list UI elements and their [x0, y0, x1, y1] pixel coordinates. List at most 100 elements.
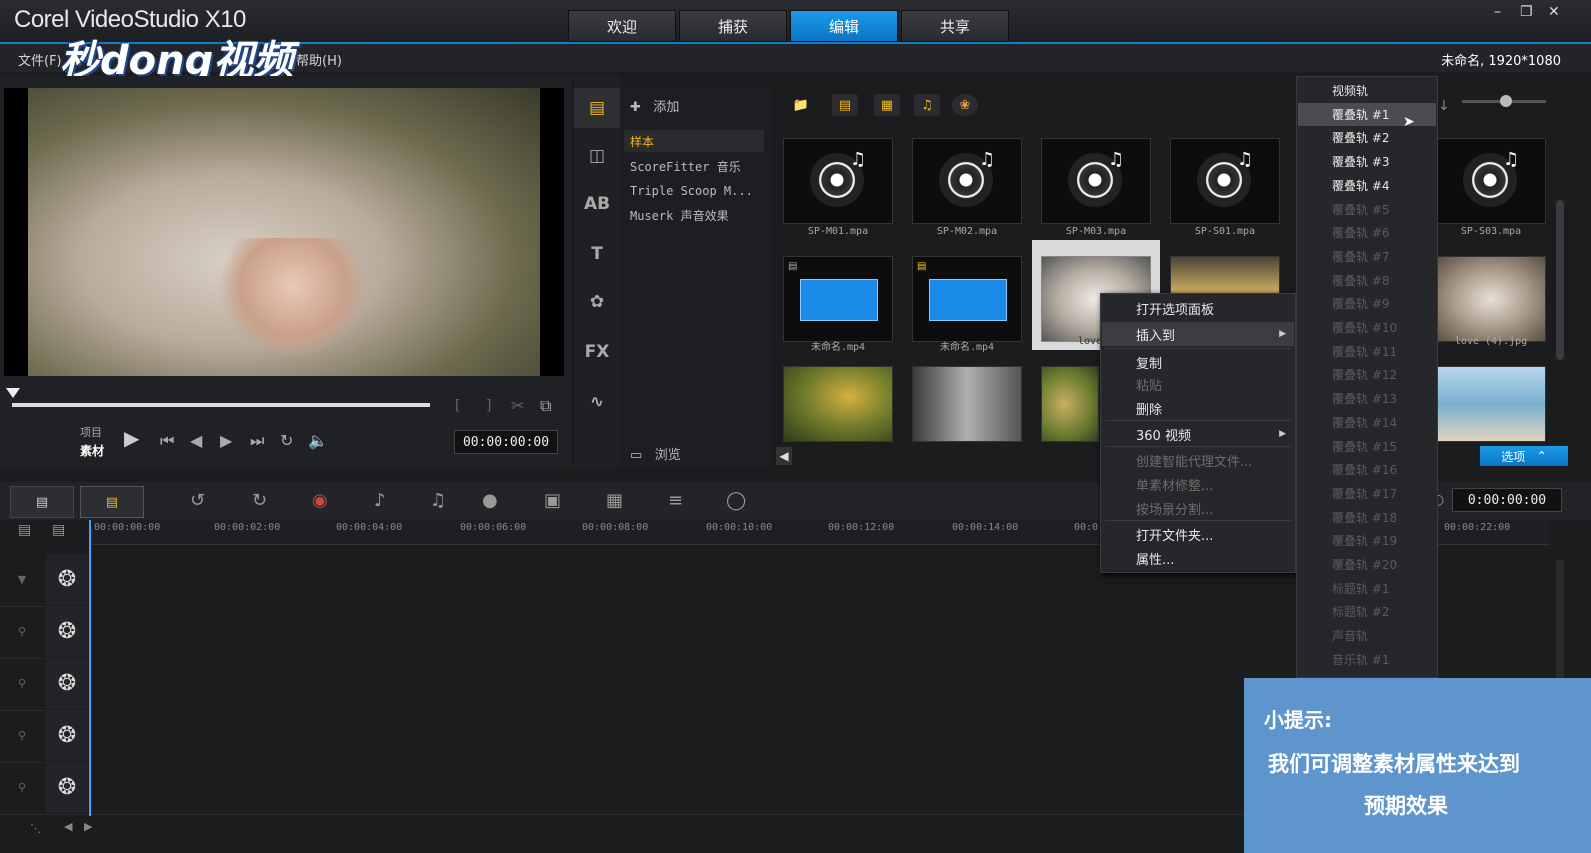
- playhead[interactable]: [89, 520, 91, 816]
- redo-icon[interactable]: ↻: [252, 490, 267, 511]
- graphics-icon[interactable]: ✿: [574, 282, 620, 322]
- subtitle-editor-icon[interactable]: ▣: [544, 490, 561, 511]
- menu-file[interactable]: 文件(F): [18, 50, 62, 69]
- menu-delete[interactable]: 删除: [1102, 396, 1294, 420]
- film-reel-icon[interactable]: ❂: [46, 710, 88, 761]
- storyboard-view-icon[interactable]: ▤: [10, 486, 74, 518]
- time-remapping-icon[interactable]: ≡: [668, 490, 683, 511]
- audio-thumbnail[interactable]: ♫: [1436, 138, 1546, 224]
- multi-camera-icon[interactable]: ▦: [606, 490, 623, 511]
- menu-insert-to[interactable]: 插入到 ▶: [1102, 322, 1294, 346]
- submenu-track-item[interactable]: 覆叠轨 #3: [1298, 150, 1436, 173]
- audio-thumbnail[interactable]: ♫: [783, 138, 893, 224]
- instant-project-icon[interactable]: ◫: [574, 136, 620, 176]
- menu-360-video[interactable]: 360 视频 ▶: [1102, 422, 1294, 446]
- film-reel-icon[interactable]: ❂: [46, 762, 88, 813]
- photo-thumbnail[interactable]: [1436, 256, 1546, 342]
- show-photo-icon[interactable]: ▦: [874, 94, 900, 116]
- folder-item[interactable]: 样本: [624, 130, 764, 152]
- scrubber-track[interactable]: [12, 403, 430, 407]
- menu-copy[interactable]: 复制: [1102, 350, 1294, 374]
- auto-music-icon[interactable]: ♫: [430, 490, 446, 511]
- photo-thumbnail[interactable]: [1436, 366, 1546, 442]
- track-manager-icon[interactable]: ▤: [52, 522, 65, 538]
- path-icon[interactable]: ∿: [574, 382, 620, 422]
- show-all-tracks-icon[interactable]: ▤: [18, 522, 31, 538]
- track-lock-icon[interactable]: ⚲: [0, 710, 44, 761]
- global-effects-icon[interactable]: ❀: [952, 94, 978, 116]
- filter-fx-icon[interactable]: FX: [574, 332, 620, 372]
- add-folder-button[interactable]: ✚ 添加: [630, 96, 679, 115]
- tab-welcome[interactable]: 欢迎: [568, 10, 676, 42]
- volume-icon[interactable]: 🔈: [308, 431, 328, 450]
- audio-thumbnail[interactable]: ♫: [1170, 138, 1280, 224]
- next-frame-icon[interactable]: ▶: [220, 431, 232, 450]
- record-capture-icon[interactable]: ◉: [312, 490, 328, 511]
- previous-frame-icon[interactable]: ◀: [190, 431, 202, 450]
- enlarge-preview-icon[interactable]: ⧉: [540, 396, 551, 416]
- menu-help[interactable]: 帮助(H): [296, 50, 342, 69]
- audio-thumbnail[interactable]: ♫: [1041, 138, 1151, 224]
- film-reel-icon[interactable]: ❂: [46, 554, 88, 605]
- folder-item[interactable]: Muserk 声音效果: [624, 204, 764, 226]
- tab-capture[interactable]: 捕获: [679, 10, 787, 42]
- timeline-timecode[interactable]: 0:00:00:00: [1452, 488, 1562, 512]
- tab-edit[interactable]: 编辑: [790, 10, 898, 42]
- title-icon[interactable]: T: [574, 234, 620, 274]
- track-lock-icon[interactable]: ⚲: [0, 762, 44, 813]
- sort-icon[interactable]: ↓: [1438, 98, 1450, 114]
- video-thumbnail[interactable]: ▤: [912, 256, 1022, 342]
- options-button[interactable]: 选项 ⌃: [1480, 446, 1568, 466]
- mask-creator-icon[interactable]: ◯: [726, 490, 746, 511]
- home-icon[interactable]: ⏮: [160, 431, 174, 451]
- thumbnail-size-knob[interactable]: [1500, 95, 1512, 107]
- menu-open-options[interactable]: 打开选项面板: [1102, 296, 1294, 320]
- scroll-right-icon[interactable]: ▶: [84, 820, 92, 833]
- track-lock-icon[interactable]: ⚲: [0, 658, 44, 709]
- video-thumbnail[interactable]: ▤: [783, 256, 893, 342]
- repeat-icon[interactable]: ↻: [280, 431, 293, 450]
- audio-thumbnail[interactable]: ♫: [912, 138, 1022, 224]
- split-clip-icon[interactable]: ✂: [511, 396, 524, 415]
- photo-thumbnail[interactable]: [783, 366, 893, 442]
- submenu-track-item[interactable]: 覆叠轨 #4: [1298, 174, 1436, 197]
- transition-icon[interactable]: AB: [574, 184, 620, 224]
- mark-in-icon[interactable]: [: [455, 398, 460, 414]
- collapse-library-icon[interactable]: ◀: [776, 447, 792, 465]
- preview-timecode[interactable]: 00:00:00:00: [454, 430, 558, 454]
- mark-out-icon[interactable]: ]: [486, 398, 491, 414]
- minimize-icon[interactable]: –: [1494, 4, 1501, 20]
- submenu-track-item[interactable]: 覆叠轨 #1: [1298, 102, 1436, 126]
- clip-mode-label[interactable]: 素材: [80, 442, 104, 459]
- submenu-track-item[interactable]: 覆叠轨 #2: [1298, 126, 1436, 149]
- motion-tracking-icon[interactable]: ●: [482, 490, 498, 511]
- photo-thumbnail[interactable]: [1041, 366, 1099, 442]
- film-reel-icon[interactable]: ❂: [46, 658, 88, 709]
- folder-item[interactable]: ScoreFitter 音乐: [624, 155, 764, 177]
- track-lock-icon[interactable]: ⚲: [0, 606, 44, 657]
- photo-thumbnail[interactable]: [912, 366, 1022, 442]
- film-reel-icon[interactable]: ❂: [46, 606, 88, 657]
- sound-mixer-icon[interactable]: ♪: [374, 490, 386, 511]
- scroll-left-icon[interactable]: ◀: [64, 820, 72, 833]
- browse-button[interactable]: ▭ 浏览: [630, 444, 681, 463]
- folder-icon[interactable]: 📁: [788, 94, 814, 116]
- media-icon[interactable]: ▤: [574, 88, 620, 128]
- track-visibility-icon[interactable]: ▼: [0, 554, 44, 605]
- submenu-track-item[interactable]: 视频轨: [1298, 79, 1436, 102]
- play-icon[interactable]: ▶: [124, 426, 139, 450]
- timeline-view-icon[interactable]: ▤: [80, 486, 144, 518]
- menu-properties[interactable]: 属性...: [1102, 546, 1294, 570]
- maximize-icon[interactable]: ❐: [1520, 4, 1533, 20]
- folder-item[interactable]: Triple Scoop M...: [624, 180, 764, 202]
- end-icon[interactable]: ⏭: [250, 431, 264, 451]
- show-video-icon[interactable]: ▤: [832, 94, 858, 116]
- library-scrollbar[interactable]: [1556, 200, 1564, 360]
- scrubber-handle[interactable]: [6, 388, 20, 398]
- undo-icon[interactable]: ↺: [190, 490, 205, 511]
- show-audio-icon[interactable]: ♫: [914, 94, 940, 116]
- menu-open-folder[interactable]: 打开文件夹...: [1102, 522, 1294, 546]
- tab-share[interactable]: 共享: [901, 10, 1009, 42]
- project-mode-label[interactable]: 项目: [80, 424, 102, 440]
- close-icon[interactable]: ✕: [1548, 4, 1560, 20]
